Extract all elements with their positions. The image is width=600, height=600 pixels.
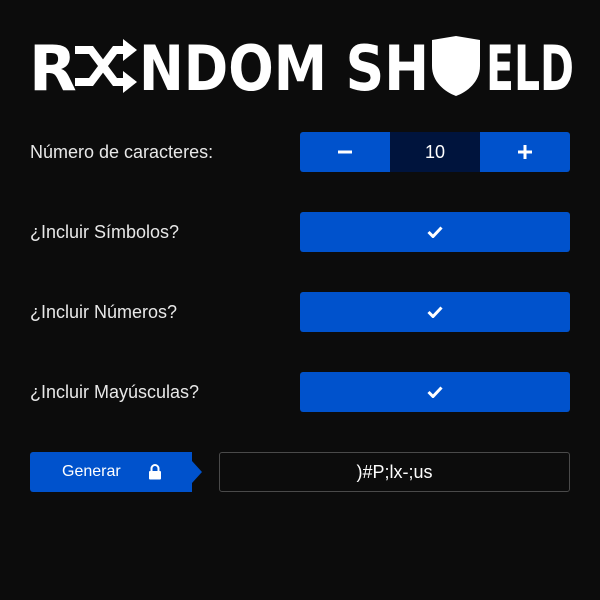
generate-arrow [192,461,202,483]
symbols-label: ¿Incluir Símbolos? [30,222,180,242]
uppercase-label: ¿Incluir Mayúsculas? [30,382,200,402]
check-icon [427,306,443,318]
numbers-label: ¿Incluir Números? [30,302,178,322]
minus-icon [338,150,352,154]
symbols-row: ¿Incluir Símbolos? [30,212,570,252]
shuffle-icon [75,46,129,86]
svg-text:NDOM SH: NDOM SH [139,36,429,98]
shield-icon [432,36,480,96]
app-logo: R NDOM SH ELD RANDOM SHIELD [29,36,574,98]
symbols-toggle[interactable] [300,212,570,252]
svg-text:R: R [29,36,77,98]
numbers-row: ¿Incluir Números? [30,292,570,332]
length-stepper: 10 [300,132,570,172]
length-row: Número de caracteres: 10 [30,132,570,172]
check-icon [427,386,443,398]
numbers-toggle[interactable] [300,292,570,332]
logo-text: RANDOM SHIELD [29,98,30,99]
check-icon [427,226,443,238]
decrement-button[interactable] [300,132,390,172]
lock-icon [149,464,161,480]
increment-button[interactable] [480,132,570,172]
uppercase-row: ¿Incluir Mayúsculas? [30,372,570,412]
password-output[interactable]: )#P;lx-;us [219,452,570,492]
uppercase-toggle[interactable] [300,372,570,412]
generate-button[interactable]: Generar [30,452,192,492]
generate-label: Generar [62,463,121,480]
plus-icon [518,145,532,159]
svg-text:ELD: ELD [486,36,574,98]
length-value[interactable]: 10 [390,132,480,172]
length-label: Número de caracteres: [30,142,214,162]
